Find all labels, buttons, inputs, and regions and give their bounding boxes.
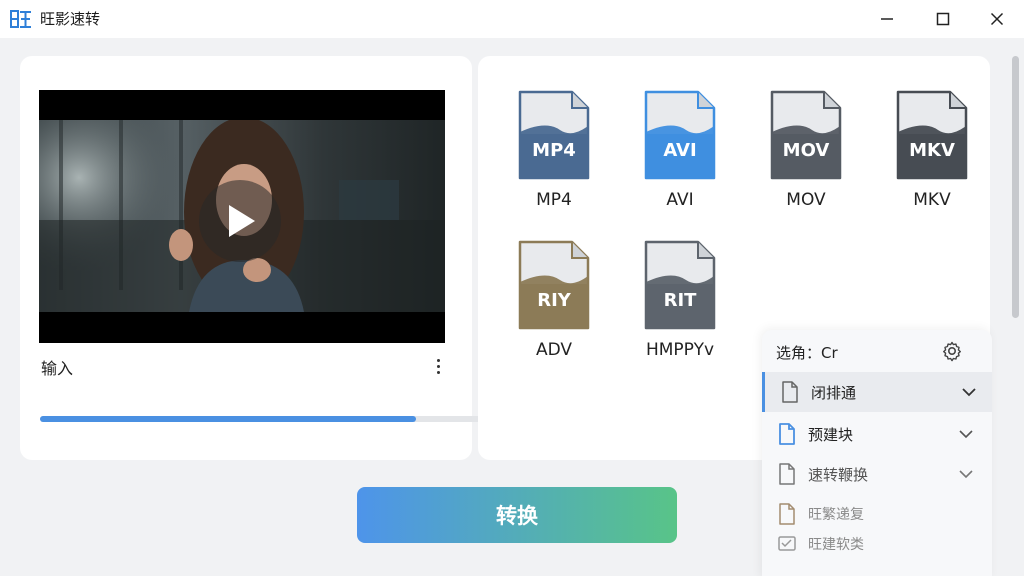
video-preview[interactable] — [39, 90, 445, 343]
maximize-button[interactable] — [920, 0, 966, 38]
format-tag: MP4 — [532, 140, 576, 161]
format-caption: MP4 — [536, 190, 572, 210]
document-icon — [779, 503, 795, 525]
panel-item-label: 旺繁递复 — [808, 507, 864, 523]
convert-button[interactable]: 转换 — [357, 487, 677, 543]
app-window: 旺影速转 输入 MP4 MP4 AVI AVI MOV MOV MKV MKV … — [0, 0, 1024, 576]
format-option-1[interactable]: AVI AVI — [628, 90, 728, 220]
format-caption: AVI — [666, 190, 694, 210]
app-logo-icon — [10, 9, 32, 29]
gear-icon[interactable] — [940, 339, 964, 363]
progress-fill — [40, 416, 416, 422]
format-caption: HMPPYv — [645, 340, 715, 360]
chevron-down-icon — [959, 470, 973, 479]
format-option-3[interactable]: MKV MKV — [880, 90, 980, 220]
panel-item-label: 闭排通 — [811, 384, 857, 402]
play-button[interactable] — [199, 180, 281, 262]
panel-item-5[interactable]: 旺建软类 — [762, 524, 992, 564]
panel-item-label: 旺建软类 — [808, 537, 864, 553]
format-option-5[interactable]: RIT HMPPYv — [628, 240, 728, 370]
image-file-icon — [778, 536, 796, 551]
panel-item-label: 预建块 — [808, 426, 854, 444]
input-label: 输入 — [41, 359, 74, 378]
format-caption: ADV — [535, 340, 573, 360]
minimize-button[interactable] — [864, 0, 910, 38]
input-preview-card: 输入 — [20, 56, 724, 460]
chevron-down-icon — [959, 430, 973, 439]
document-icon — [779, 463, 795, 485]
panel-item-3[interactable]: 速转鞭换 — [762, 454, 992, 494]
panel-item-label: 速转鞭换 — [808, 466, 869, 484]
format-option-4[interactable]: RIY ADV — [502, 240, 602, 370]
format-caption: MKV — [913, 190, 951, 210]
panel-item-1[interactable]: 闭排通 — [762, 372, 992, 412]
scrollbar[interactable] — [1010, 56, 1020, 326]
more-options-button[interactable] — [426, 354, 450, 378]
format-tag: AVI — [663, 140, 697, 161]
format-tag: RIY — [537, 290, 571, 311]
close-icon — [990, 12, 1004, 26]
document-icon — [779, 423, 795, 445]
panel-item-2[interactable]: 预建块 — [762, 414, 992, 454]
format-tag: RIT — [663, 290, 697, 311]
format-tag: MKV — [909, 140, 955, 161]
maximize-icon — [936, 12, 950, 26]
chevron-down-icon — [962, 388, 976, 397]
document-icon — [782, 381, 798, 403]
panel-header: 选角：Cr — [776, 344, 838, 362]
close-button[interactable] — [974, 0, 1020, 38]
app-title: 旺影速转 — [40, 10, 101, 28]
format-option-2[interactable]: MOV MOV — [754, 90, 854, 220]
title-bar: 旺影速转 — [0, 0, 1024, 38]
format-option-0[interactable]: MP4 MP4 — [502, 90, 602, 220]
format-tag: MOV — [782, 140, 830, 161]
more-vertical-icon — [436, 358, 440, 362]
options-panel: 选角：Cr 闭排通 预建块 速转鞭换 旺繁递复 旺建软类 — [762, 330, 992, 576]
minimize-icon — [881, 18, 893, 20]
play-icon — [229, 205, 255, 237]
format-caption: MOV — [786, 190, 826, 210]
scrollbar-thumb[interactable] — [1012, 56, 1019, 318]
